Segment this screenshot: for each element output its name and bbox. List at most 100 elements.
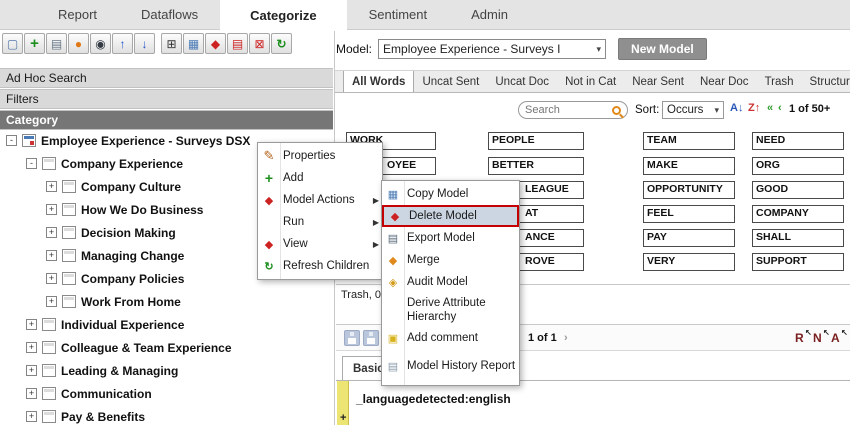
app-window: Report Dataflows Categorize Sentiment Ad… (0, 0, 850, 425)
menu-item-export-model[interactable]: Export Model (382, 227, 519, 249)
tree-expander-icon[interactable]: + (46, 296, 57, 307)
tab-categorize[interactable]: Categorize (220, 0, 346, 30)
word-cell[interactable]: PEOPLE (488, 132, 584, 150)
tree-expander-icon[interactable]: + (26, 388, 37, 399)
pager-prev-icon[interactable] (778, 102, 782, 114)
move-down-icon[interactable] (134, 33, 155, 54)
word-cell[interactable]: COMPANY (752, 205, 844, 223)
move-up-icon[interactable] (112, 33, 133, 54)
model-select[interactable]: Employee Experience - Surveys I ▾ (378, 39, 606, 59)
tree-expander-icon[interactable]: + (46, 227, 57, 238)
category-node-icon (62, 272, 76, 285)
word-cell[interactable]: FEEL (643, 205, 735, 223)
save-as-icon[interactable] (363, 330, 379, 346)
tree-expander-icon[interactable]: + (46, 204, 57, 215)
tree-item[interactable]: + Leading & Managing (0, 359, 333, 382)
word-cell[interactable]: ORG (752, 157, 844, 175)
menu-item-add[interactable]: Add (258, 167, 382, 189)
grid-icon[interactable] (183, 33, 204, 54)
model-actions-icon (258, 194, 280, 207)
category-node-icon (42, 410, 56, 423)
tree-expander-icon[interactable]: + (46, 250, 57, 261)
tree-expander-icon[interactable]: + (26, 319, 37, 330)
tree-expander-icon[interactable]: - (26, 158, 37, 169)
tree-expander-icon[interactable]: + (46, 273, 57, 284)
menu-item-model-actions[interactable]: Model Actions (258, 189, 382, 211)
delete-box-icon[interactable] (249, 33, 270, 54)
add-icon[interactable] (24, 33, 45, 54)
word-cell[interactable]: TEAM (643, 132, 735, 150)
tab-dataflows[interactable]: Dataflows (119, 0, 220, 29)
tree-item[interactable]: + Pay & Benefits (0, 405, 333, 425)
word-cell[interactable]: NEED (752, 132, 844, 150)
save-icon[interactable] (344, 330, 360, 346)
sort-select[interactable]: Occurs ▾ (662, 101, 724, 119)
word-cell[interactable]: OPPORTUNITY (643, 181, 735, 199)
tree-item[interactable]: + Communication (0, 382, 333, 405)
model-gem-icon[interactable] (205, 33, 226, 54)
tab-near-doc[interactable]: Near Doc (692, 76, 757, 88)
menu-item-add-comment[interactable]: Add comment (382, 327, 519, 349)
record-next-icon[interactable]: › (564, 332, 568, 344)
tab-uncat-sent[interactable]: Uncat Sent (414, 76, 487, 88)
word-cell[interactable]: SHALL (752, 229, 844, 247)
tree-expander-icon[interactable]: + (26, 342, 37, 353)
tree-expander-icon[interactable]: + (26, 365, 37, 376)
tab-sentiment[interactable]: Sentiment (347, 0, 450, 29)
n-sort-icon[interactable]: N (813, 331, 822, 345)
tab-uncat-doc[interactable]: Uncat Doc (487, 76, 557, 88)
menu-item-model-history-report[interactable]: Model History Report (382, 349, 519, 383)
export-page-icon[interactable] (46, 33, 67, 54)
tab-trash[interactable]: Trash (757, 76, 802, 88)
tree-expander-icon[interactable]: + (26, 411, 37, 422)
menu-item-run[interactable]: Run (258, 211, 382, 233)
section-ad-hoc-search[interactable]: Ad Hoc Search (0, 68, 333, 88)
audit-model-icon (382, 276, 404, 289)
menu-item-derive-attribute-hierarchy[interactable]: Derive Attribute Hierarchy (382, 293, 519, 327)
menu-item-copy-model[interactable]: Copy Model (382, 183, 519, 205)
tab-near-sent[interactable]: Near Sent (624, 76, 692, 88)
word-cell[interactable]: VERY (643, 253, 735, 271)
new-window-icon[interactable] (2, 33, 23, 54)
pager-first-icon[interactable] (767, 102, 773, 114)
tree-item[interactable]: + Individual Experience (0, 313, 333, 336)
word-cell[interactable]: PAY (643, 229, 735, 247)
tab-structure[interactable]: Structure (802, 76, 850, 88)
tree-item[interactable]: + Colleague & Team Experience (0, 336, 333, 359)
section-category[interactable]: Category (0, 110, 333, 130)
search-input[interactable] (525, 104, 603, 116)
tab-admin[interactable]: Admin (449, 0, 530, 29)
new-model-button[interactable]: New Model (618, 38, 707, 60)
word-cell[interactable]: SUPPORT (752, 253, 844, 271)
tree-expander-icon[interactable]: - (6, 135, 17, 146)
sort-ascending-icon[interactable] (730, 102, 743, 114)
menu-item-properties[interactable]: Properties (258, 145, 382, 167)
word-cell[interactable]: MAKE (643, 157, 735, 175)
gutter-add-icon[interactable]: + (340, 412, 346, 424)
a-sort-icon[interactable]: A (831, 331, 840, 345)
tab-report[interactable]: Report (36, 0, 119, 29)
menu-item-audit-model[interactable]: Audit Model (382, 271, 519, 293)
r-sort-icon[interactable]: R (795, 331, 804, 345)
tree-expander-icon[interactable]: + (46, 181, 57, 192)
menu-item-delete-model[interactable]: Delete Model (382, 205, 519, 227)
report-doc-icon[interactable] (227, 33, 248, 54)
tree-item[interactable]: + Work From Home (0, 290, 333, 313)
words-tab-bar: All Words Uncat Sent Uncat Doc Not in Ca… (335, 70, 850, 93)
tab-not-in-cat[interactable]: Not in Cat (557, 76, 624, 88)
hierarchy-icon[interactable] (161, 33, 182, 54)
sort-descending-icon[interactable] (748, 102, 760, 114)
menu-item-refresh-children[interactable]: Refresh Children (258, 255, 382, 277)
tab-all-words[interactable]: All Words (343, 70, 414, 93)
eye-icon[interactable] (90, 33, 111, 54)
word-cell[interactable]: GOOD (752, 181, 844, 199)
word-cell[interactable]: BETTER (488, 157, 584, 175)
refresh-icon[interactable] (271, 33, 292, 54)
menu-item-view[interactable]: View (258, 233, 382, 255)
search-box[interactable] (518, 101, 628, 119)
search-orb-icon[interactable] (68, 33, 89, 54)
category-node-icon (42, 318, 56, 331)
section-filters[interactable]: Filters (0, 89, 333, 109)
menu-item-merge[interactable]: Merge (382, 249, 519, 271)
search-icon[interactable] (612, 106, 621, 115)
